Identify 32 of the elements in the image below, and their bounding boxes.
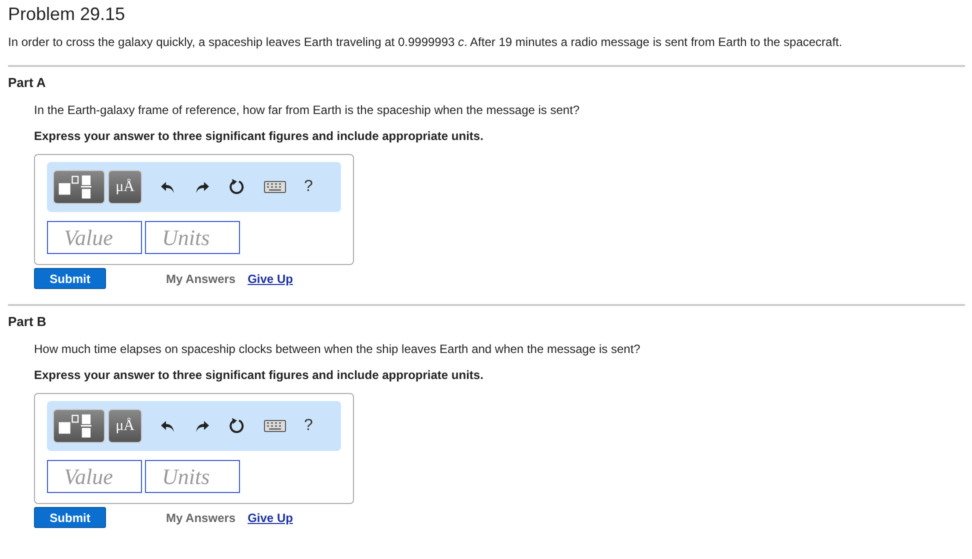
help-button[interactable]: ?	[304, 178, 313, 196]
keyboard-icon[interactable]	[264, 420, 286, 432]
templates-button[interactable]	[53, 170, 105, 204]
submit-button[interactable]: Submit	[34, 507, 106, 528]
my-answers-link[interactable]: My Answers	[166, 510, 236, 524]
my-answers-link[interactable]: My Answers	[166, 272, 236, 286]
reset-icon[interactable]	[228, 417, 246, 435]
give-up-link[interactable]: Give Up	[248, 272, 293, 286]
units-field[interactable]: Units	[145, 460, 240, 493]
problem-text: In order to cross the galaxy quickly, a spaceship leaves Earth traveling at 0.9999993 c. After 19 minutes a radio message is sent from Earth to the spacecraft.	[8, 34, 844, 50]
help-button[interactable]: ?	[304, 417, 313, 435]
units-field[interactable]: Units	[145, 221, 240, 254]
units-button[interactable]: μÅ	[108, 170, 142, 204]
redo-icon[interactable]	[194, 418, 210, 434]
question-text: In the Earth-galaxy frame of reference, how far from Earth is the spaceship when the message is sent?	[34, 102, 581, 118]
question-text: How much time elapses on spaceship clocks between when the ship leaves Earth and when the message is sent?	[34, 341, 642, 357]
redo-icon[interactable]	[194, 179, 210, 195]
keyboard-icon[interactable]	[264, 181, 286, 193]
submit-button[interactable]: Submit	[34, 268, 106, 289]
value-field[interactable]: Value	[47, 460, 142, 493]
value-field[interactable]: Value	[47, 221, 142, 254]
undo-icon[interactable]	[160, 179, 176, 195]
problem-title: Problem 29.15	[8, 3, 126, 25]
part-heading: Part A	[8, 75, 47, 91]
instruction-text: Express your answer to three significant figures and include appropriate units.	[34, 128, 484, 144]
give-up-link[interactable]: Give Up	[248, 510, 293, 524]
part-heading: Part B	[8, 314, 48, 330]
units-button[interactable]: μÅ	[108, 409, 142, 443]
undo-icon[interactable]	[160, 418, 176, 434]
instruction-text: Express your answer to three significant figures and include appropriate units.	[34, 367, 484, 383]
reset-icon[interactable]	[228, 178, 246, 196]
templates-button[interactable]	[53, 409, 105, 443]
